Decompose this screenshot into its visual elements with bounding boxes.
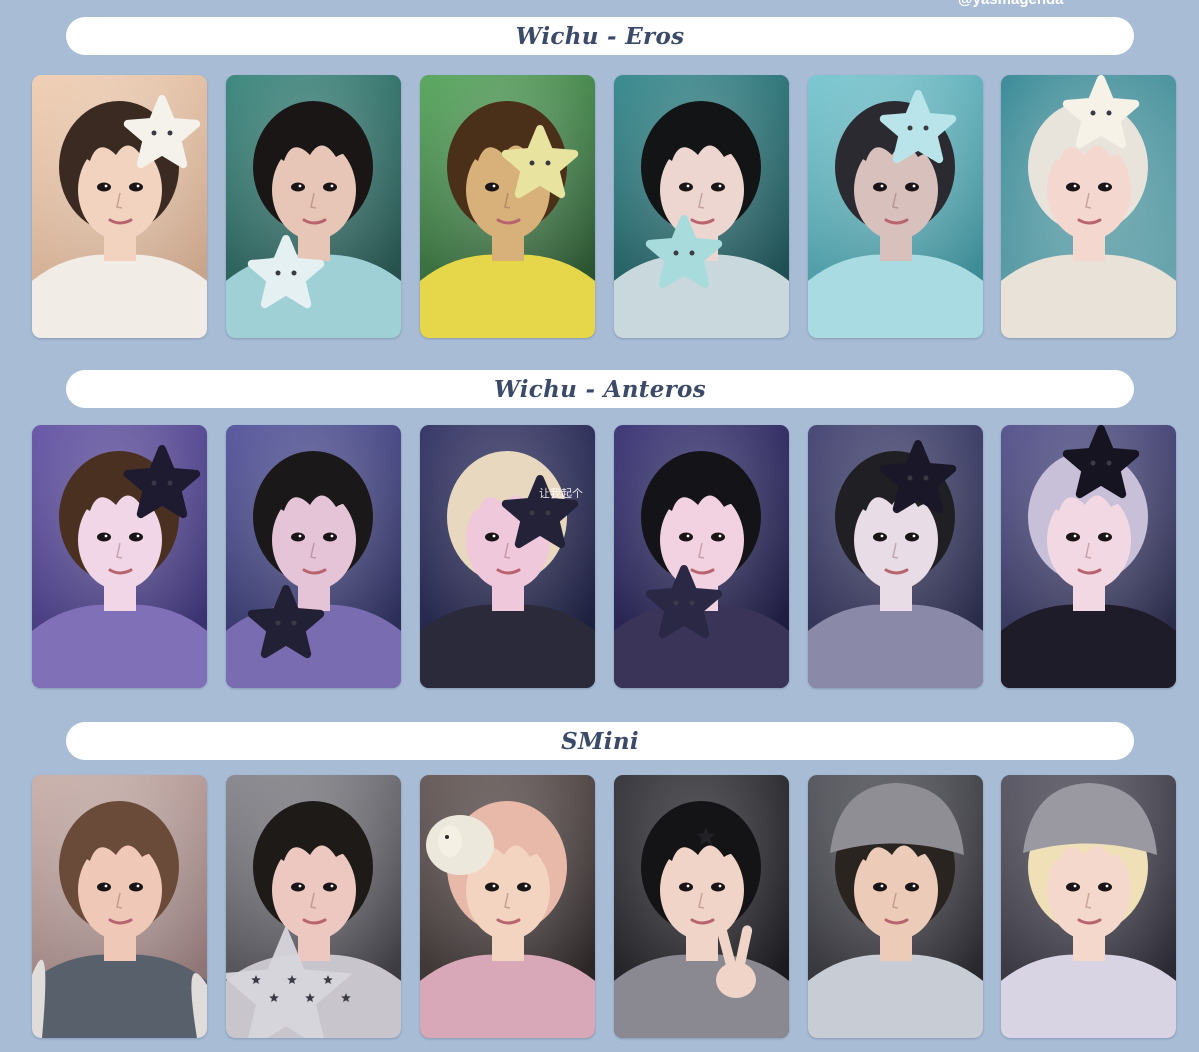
photo-member-4: [614, 75, 789, 338]
photocard[interactable]: 让我起个: [420, 425, 595, 688]
photocard[interactable]: [226, 75, 401, 338]
photo-member-5: [808, 425, 983, 688]
photo-caption: 让我起个: [539, 487, 583, 500]
photocard[interactable]: [32, 75, 207, 338]
photo-member-1: [32, 775, 207, 1038]
photo-member-2: [226, 75, 401, 338]
photo-member-1: [32, 75, 207, 338]
section-header: SMini: [66, 722, 1134, 760]
photocard[interactable]: [226, 425, 401, 688]
photo-member-4: [614, 425, 789, 688]
photocard[interactable]: [420, 775, 595, 1038]
photocard[interactable]: [614, 775, 789, 1038]
photocard[interactable]: [32, 775, 207, 1038]
photocard[interactable]: [420, 75, 595, 338]
photocard[interactable]: [1001, 75, 1176, 338]
photo-member-2: [226, 775, 401, 1038]
photo-member-2: [226, 425, 401, 688]
photo-member-5: [808, 75, 983, 338]
section-header: Wichu - Anteros: [66, 370, 1134, 408]
photo-member-6: [1001, 75, 1176, 338]
section-title: Wichu - Anteros: [494, 375, 706, 403]
photocard[interactable]: [614, 75, 789, 338]
photo-member-3: [420, 425, 595, 688]
section-title: Wichu - Eros: [515, 22, 685, 50]
photocard[interactable]: [808, 75, 983, 338]
section-title: SMini: [561, 727, 639, 755]
photocard[interactable]: [226, 775, 401, 1038]
photo-member-1: [32, 425, 207, 688]
section-header: Wichu - Eros: [66, 17, 1134, 55]
watermark-handle: @yasmagenda: [958, 0, 1064, 8]
photo-member-4: [614, 775, 789, 1038]
sheep-plush-icon: [426, 815, 494, 875]
photo-member-3: [420, 775, 595, 1038]
photocard[interactable]: [1001, 425, 1176, 688]
photo-member-3: [420, 75, 595, 338]
photo-member-6: [1001, 775, 1176, 1038]
photocard[interactable]: [614, 425, 789, 688]
photocard[interactable]: [1001, 775, 1176, 1038]
photo-member-5: [808, 775, 983, 1038]
photo-member-6: [1001, 425, 1176, 688]
photocard[interactable]: [32, 425, 207, 688]
photocard[interactable]: [808, 425, 983, 688]
photocard[interactable]: [808, 775, 983, 1038]
